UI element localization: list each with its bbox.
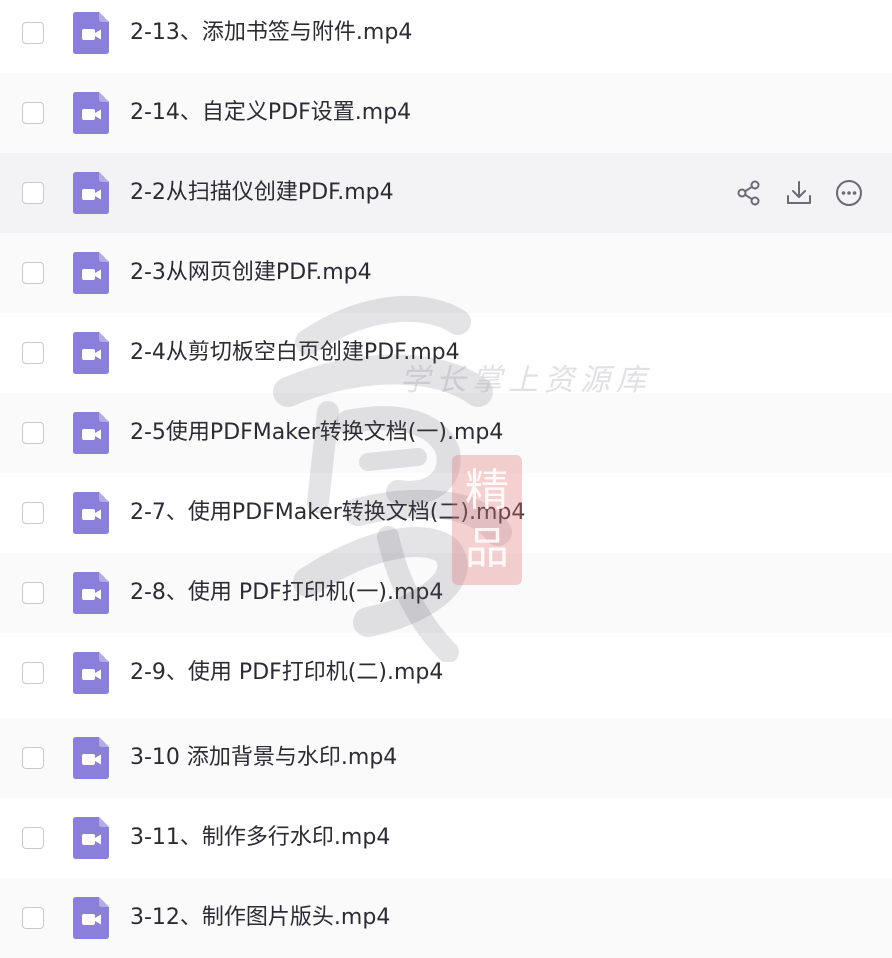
file-row[interactable]: 3-11、制作多行水印.mp4 bbox=[0, 798, 892, 878]
video-file-icon bbox=[73, 92, 109, 134]
video-file-icon bbox=[73, 652, 109, 694]
file-row[interactable]: 2-2从扫描仪创建PDF.mp4 bbox=[0, 153, 892, 233]
file-name[interactable]: 2-7、使用PDFMaker转换文档(二).mp4 bbox=[130, 499, 525, 527]
file-row[interactable]: 2-14、自定义PDF设置.mp4 bbox=[0, 73, 892, 153]
more-icon[interactable] bbox=[834, 178, 864, 208]
row-checkbox[interactable] bbox=[22, 662, 44, 684]
file-row[interactable]: 3-10 添加背景与水印.mp4 bbox=[0, 718, 892, 798]
row-actions bbox=[734, 178, 864, 208]
file-name[interactable]: 2-2从扫描仪创建PDF.mp4 bbox=[130, 179, 394, 207]
share-icon[interactable] bbox=[734, 178, 764, 208]
file-row[interactable]: 2-7、使用PDFMaker转换文档(二).mp4 bbox=[0, 473, 892, 553]
file-name[interactable]: 3-12、制作图片版头.mp4 bbox=[130, 904, 390, 932]
file-row[interactable]: 2-13、添加书签与附件.mp4 bbox=[0, 0, 892, 73]
row-checkbox[interactable] bbox=[22, 102, 44, 124]
video-file-icon bbox=[73, 12, 109, 54]
file-row[interactable]: 2-8、使用 PDF打印机(一).mp4 bbox=[0, 553, 892, 633]
video-file-icon bbox=[73, 252, 109, 294]
video-file-icon bbox=[73, 412, 109, 454]
row-checkbox[interactable] bbox=[22, 422, 44, 444]
video-file-icon bbox=[73, 897, 109, 939]
row-checkbox[interactable] bbox=[22, 582, 44, 604]
file-row[interactable]: 2-9、使用 PDF打印机(二).mp4 bbox=[0, 633, 892, 713]
row-checkbox[interactable] bbox=[22, 342, 44, 364]
file-name[interactable]: 2-8、使用 PDF打印机(一).mp4 bbox=[130, 579, 443, 607]
file-name[interactable]: 2-14、自定义PDF设置.mp4 bbox=[130, 99, 411, 127]
file-row[interactable]: 2-5使用PDFMaker转换文档(一).mp4 bbox=[0, 393, 892, 473]
row-checkbox[interactable] bbox=[22, 262, 44, 284]
row-checkbox[interactable] bbox=[22, 747, 44, 769]
row-checkbox[interactable] bbox=[22, 182, 44, 204]
file-name[interactable]: 2-4从剪切板空白页创建PDF.mp4 bbox=[130, 339, 460, 367]
download-icon[interactable] bbox=[784, 178, 814, 208]
file-list: 2-13、添加书签与附件.mp4 2-14、自定义PDF设置.mp4 2-2从扫描仪… bbox=[0, 0, 892, 958]
file-row[interactable]: 2-3从网页创建PDF.mp4 bbox=[0, 233, 892, 313]
file-name[interactable]: 3-10 添加背景与水印.mp4 bbox=[130, 744, 397, 772]
video-file-icon bbox=[73, 572, 109, 614]
row-checkbox[interactable] bbox=[22, 907, 44, 929]
file-name[interactable]: 2-3从网页创建PDF.mp4 bbox=[130, 259, 372, 287]
file-row[interactable]: 3-12、制作图片版头.mp4 bbox=[0, 878, 892, 958]
video-file-icon bbox=[73, 332, 109, 374]
file-name[interactable]: 2-13、添加书签与附件.mp4 bbox=[130, 19, 412, 47]
video-file-icon bbox=[73, 737, 109, 779]
video-file-icon bbox=[73, 492, 109, 534]
row-checkbox[interactable] bbox=[22, 827, 44, 849]
video-file-icon bbox=[73, 172, 109, 214]
video-file-icon bbox=[73, 817, 109, 859]
file-row[interactable]: 2-4从剪切板空白页创建PDF.mp4 bbox=[0, 313, 892, 393]
file-name[interactable]: 2-9、使用 PDF打印机(二).mp4 bbox=[130, 659, 443, 687]
row-checkbox[interactable] bbox=[22, 22, 44, 44]
file-name[interactable]: 2-5使用PDFMaker转换文档(一).mp4 bbox=[130, 419, 503, 447]
file-name[interactable]: 3-11、制作多行水印.mp4 bbox=[130, 824, 390, 852]
row-checkbox[interactable] bbox=[22, 502, 44, 524]
